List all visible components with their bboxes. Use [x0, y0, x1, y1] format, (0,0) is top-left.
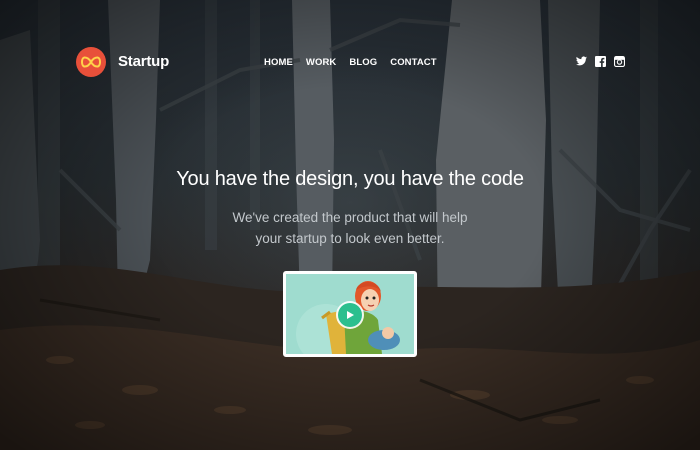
brand-logo[interactable] [76, 47, 106, 77]
main-nav: HOME WORK BLOG CONTACT [264, 57, 450, 68]
hero-subline: We've created the product that will help… [0, 207, 700, 249]
nav-item-contact[interactable]: CONTACT [390, 57, 436, 68]
hero-subline-line-1: We've created the product that will help [232, 210, 468, 225]
play-button[interactable] [338, 303, 362, 327]
twitter-icon[interactable] [576, 56, 587, 67]
instagram-icon[interactable] [614, 56, 625, 67]
hero-headline: You have the design, you have the code [176, 168, 524, 190]
brand-name[interactable]: Startup [118, 53, 169, 70]
play-icon [347, 311, 354, 319]
facebook-icon[interactable] [595, 56, 606, 67]
social-links [576, 56, 625, 67]
video-thumbnail[interactable] [283, 271, 417, 357]
infinity-icon [81, 56, 101, 68]
nav-item-home[interactable]: HOME [264, 57, 293, 68]
hero-subline-line-2: your startup to look even better. [255, 231, 445, 246]
nav-item-work[interactable]: WORK [306, 57, 336, 68]
nav-item-blog[interactable]: BLOG [349, 57, 377, 68]
